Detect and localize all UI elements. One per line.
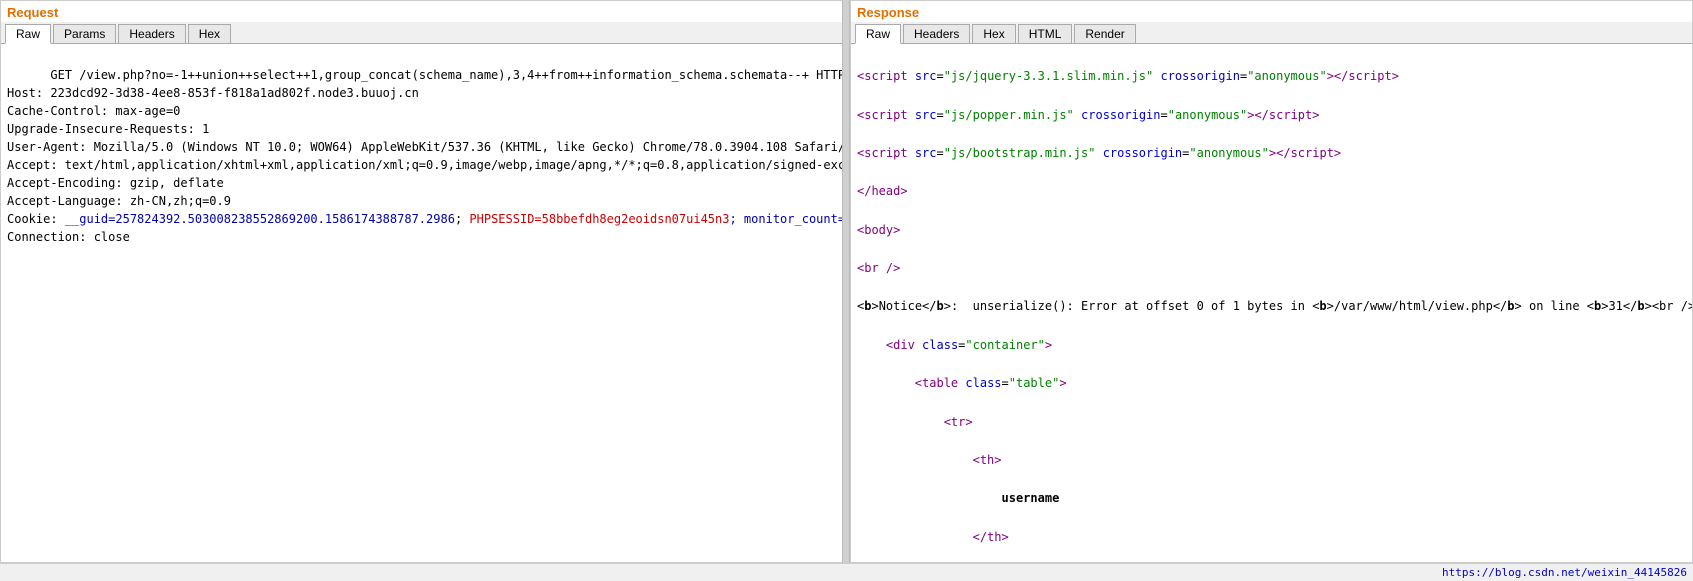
request-tabs: Raw Params Headers Hex	[1, 22, 842, 44]
response-tabs: Raw Headers Hex HTML Render	[851, 22, 1692, 44]
resp-line-notice1: <b>Notice</b>: unserialize(): Error at o…	[857, 297, 1686, 316]
request-line-cookie: Cookie: __guid=257824392.503008238552869…	[7, 212, 842, 226]
request-title: Request	[1, 1, 842, 22]
resp-line-3: <script src="js/bootstrap.min.js" crosso…	[857, 144, 1686, 163]
request-line-accept: Accept: text/html,application/xhtml+xml,…	[7, 158, 842, 172]
resp-line-username: username	[857, 489, 1686, 508]
request-line-host: Host: 223dcd92-3d38-4ee8-853f-f818a1ad80…	[7, 86, 419, 100]
tab-request-params[interactable]: Params	[53, 24, 116, 43]
response-panel: Response Raw Headers Hex HTML Render <sc…	[850, 0, 1693, 563]
status-url: https://blog.csdn.net/weixin_44145826	[1442, 566, 1687, 579]
main-panels: Request Raw Params Headers Hex GET /view…	[0, 0, 1693, 563]
resp-line-4: </head>	[857, 182, 1686, 201]
resp-line-div: <div class="container">	[857, 336, 1686, 355]
resp-line-tr1: <tr>	[857, 413, 1686, 432]
tab-response-render[interactable]: Render	[1074, 24, 1135, 43]
tab-response-hex[interactable]: Hex	[972, 24, 1015, 43]
request-line-upgrade: Upgrade-Insecure-Requests: 1	[7, 122, 209, 136]
tab-request-headers[interactable]: Headers	[118, 24, 185, 43]
panel-divider	[842, 0, 850, 563]
status-bar: https://blog.csdn.net/weixin_44145826	[0, 563, 1693, 581]
resp-line-th1a: <th>	[857, 451, 1686, 470]
response-title: Response	[851, 1, 1692, 22]
tab-request-raw[interactable]: Raw	[5, 24, 51, 44]
request-panel: Request Raw Params Headers Hex GET /view…	[0, 0, 842, 563]
request-content: GET /view.php?no=-1++union++select++1,gr…	[1, 44, 842, 562]
request-line-get: GET /view.php?no=-1++union++select++1,gr…	[50, 68, 842, 82]
resp-line-2: <script src="js/popper.min.js" crossorig…	[857, 106, 1686, 125]
resp-line-5: <body>	[857, 221, 1686, 240]
resp-line-table: <table class="table">	[857, 374, 1686, 393]
request-line-encoding: Accept-Encoding: gzip, deflate	[7, 176, 224, 190]
request-line-conn: Connection: close	[7, 230, 130, 244]
resp-line-6: <br />	[857, 259, 1686, 278]
resp-line-1: <script src="js/jquery-3.3.1.slim.min.js…	[857, 67, 1686, 86]
tab-response-html[interactable]: HTML	[1018, 24, 1073, 43]
response-content: <script src="js/jquery-3.3.1.slim.min.js…	[851, 44, 1692, 562]
tab-response-raw[interactable]: Raw	[855, 24, 901, 44]
tab-response-headers[interactable]: Headers	[903, 24, 970, 43]
request-line-cache: Cache-Control: max-age=0	[7, 104, 180, 118]
resp-line-th1b: </th>	[857, 528, 1686, 547]
request-line-ua: User-Agent: Mozilla/5.0 (Windows NT 10.0…	[7, 140, 842, 154]
tab-request-hex[interactable]: Hex	[188, 24, 231, 43]
request-line-lang: Accept-Language: zh-CN,zh;q=0.9	[7, 194, 231, 208]
